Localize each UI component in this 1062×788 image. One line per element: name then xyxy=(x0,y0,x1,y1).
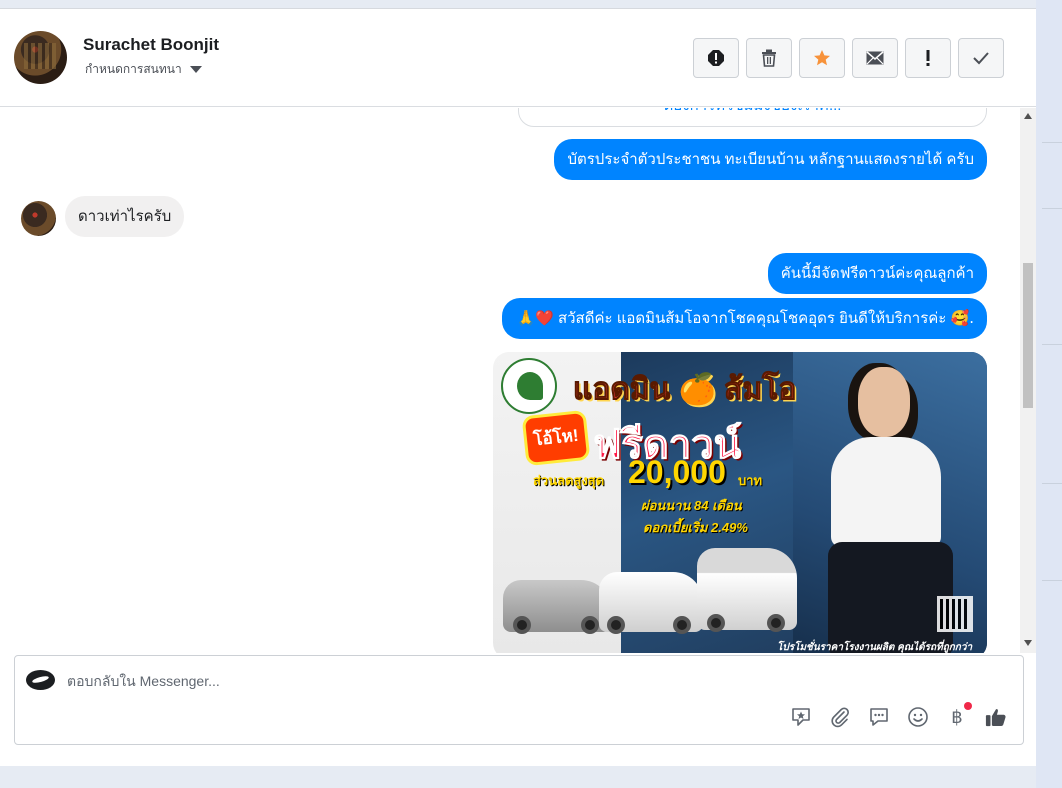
mark-done-button[interactable] xyxy=(958,38,1004,78)
check-icon xyxy=(973,52,989,65)
incoming-message[interactable]: ดาวเท่าไรครับ xyxy=(65,196,185,237)
trash-icon xyxy=(762,49,776,67)
contact-name[interactable]: Surachet Boonjit xyxy=(83,35,219,55)
page-avatar xyxy=(26,670,55,690)
attach-icon xyxy=(831,707,849,728)
saved-reply-icon xyxy=(870,708,888,726)
qr-code xyxy=(937,596,973,632)
scroll-thumb[interactable] xyxy=(1023,263,1033,408)
car-sedan xyxy=(503,580,611,634)
conversation-settings-label: กำหนดการสนทนา xyxy=(85,62,182,76)
message-list[interactable]: ต้องการทีวีชมมิ่งของเราค... บัตรประจำตัว… xyxy=(0,108,1036,653)
conversation-panel: Surachet Boonjit กำหนดการสนทนา บัตรประจำ… xyxy=(0,8,1036,766)
promo-footer: โปรโมชั่นราคาโรงงานผลิต คุณได้รถที่ถูกกว… xyxy=(777,642,973,653)
delete-button[interactable] xyxy=(746,38,792,78)
emoji-button[interactable] xyxy=(907,706,929,728)
conversation-header: Surachet Boonjit กำหนดการสนทนา xyxy=(0,9,1036,107)
emoji-smiling-hearts: 🥰. xyxy=(950,309,974,327)
dealer-logo xyxy=(501,358,557,414)
outgoing-message[interactable]: บัตรประจำตัวประชาชน ทะเบียนบ้าน หลักฐานแ… xyxy=(554,139,987,180)
promo-burst: โอ้โห! xyxy=(524,413,588,463)
envelope-icon xyxy=(866,51,884,65)
conversation-toolbar xyxy=(693,38,1004,78)
payment-button[interactable]: ฿ xyxy=(946,702,972,728)
like-icon xyxy=(985,709,1006,727)
message-scrollbar[interactable] xyxy=(1020,108,1036,653)
composer-actions: ฿ xyxy=(790,702,1007,728)
contact-avatar[interactable] xyxy=(14,31,67,84)
baht-icon: ฿ xyxy=(951,706,963,728)
right-sidebar-strip xyxy=(1036,0,1062,788)
promo-interest: ดอกเบี้ยเริ่ม 2.49% xyxy=(643,520,748,535)
like-button[interactable] xyxy=(985,706,1007,728)
mark-unread-button[interactable] xyxy=(852,38,898,78)
promo-image-attachment[interactable]: แอดมิน 🍊 ส้มโอ โอ้โห! ฟรีดาวน์ ส่วนลดสูง… xyxy=(493,352,987,653)
promo-installment: ผ่อนนาน 84 เดือน xyxy=(641,498,742,513)
sender-avatar[interactable] xyxy=(21,201,56,236)
scroll-up-icon[interactable] xyxy=(1024,113,1032,119)
alert-icon xyxy=(708,50,724,66)
promo-discount-label: ส่วนลดสูงสุด xyxy=(533,473,605,488)
notification-dot xyxy=(964,702,972,710)
car-pickup xyxy=(599,572,703,634)
message-composer: ฿ xyxy=(14,655,1024,745)
caret-down-icon xyxy=(189,66,202,73)
saved-reply-button[interactable] xyxy=(868,706,890,728)
outgoing-message[interactable]: คันนี้มีจัดฟรีดาวน์ค่ะคุณลูกค้า xyxy=(767,253,987,294)
follow-up-button[interactable] xyxy=(905,38,951,78)
attach-button[interactable] xyxy=(829,706,851,728)
promo-discount-value: 20,000 xyxy=(628,454,726,490)
mark-spam-button[interactable] xyxy=(693,38,739,78)
emoji-icon xyxy=(908,707,928,727)
exclamation-icon xyxy=(926,50,930,66)
outgoing-message[interactable]: 🙏❤️ สวัสดีค่ะ แอดมินส้มโอจากโชคคุณโชคอุด… xyxy=(502,298,987,339)
message-text: สวัสดีค่ะ แอดมินส้มโอจากโชคคุณโชคอุดร ยิ… xyxy=(553,310,951,327)
conversation-settings-dropdown[interactable]: กำหนดการสนทนา xyxy=(85,60,202,79)
star-icon xyxy=(814,50,830,66)
star-button[interactable] xyxy=(799,38,845,78)
scroll-down-icon[interactable] xyxy=(1024,640,1032,646)
sticker-icon xyxy=(792,708,810,726)
reply-input[interactable] xyxy=(67,669,667,693)
emoji-prayer-heart: 🙏❤️ xyxy=(516,309,554,327)
previous-message-partial[interactable]: ต้องการทีวีชมมิ่งของเราค... xyxy=(518,108,987,127)
promo-title: แอดมิน 🍊 ส้มโอ xyxy=(572,373,797,407)
sticker-button[interactable] xyxy=(790,706,812,728)
promo-discount-unit: บาท xyxy=(738,473,763,488)
car-pickup-cage xyxy=(697,548,797,632)
